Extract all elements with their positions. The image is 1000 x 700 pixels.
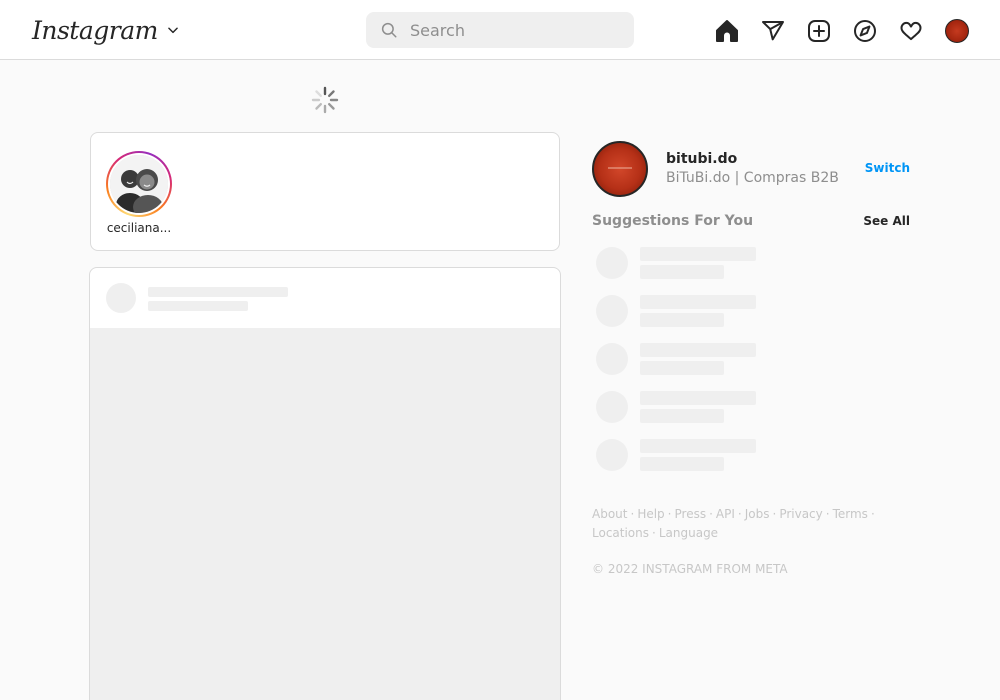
profile-menu-button[interactable] — [944, 18, 970, 44]
suggestion-name-placeholder — [640, 439, 756, 453]
direct-messages-button[interactable] — [760, 18, 786, 44]
footer-link-help[interactable]: Help — [637, 507, 664, 521]
suggestion-subtitle-placeholder — [640, 409, 724, 423]
post-location-placeholder — [148, 301, 248, 311]
story-photo-image — [110, 155, 168, 213]
suggestion-placeholder — [596, 439, 916, 487]
current-user-full-name: BiTuBi.do | Compras B2B — [666, 170, 839, 186]
direct-messages-icon — [762, 21, 784, 41]
suggestion-name-placeholder — [640, 247, 756, 261]
see-all-link[interactable]: See All — [850, 214, 910, 228]
suggestion-avatar-placeholder — [596, 343, 628, 375]
story-item[interactable]: ceciliana... — [103, 151, 175, 235]
suggestion-avatar-placeholder — [596, 391, 628, 423]
story-username: ceciliana... — [106, 221, 172, 235]
footer-link-language[interactable]: Language — [659, 526, 718, 540]
search-box[interactable] — [366, 12, 634, 48]
switch-account-button[interactable]: Switch — [858, 161, 910, 175]
suggestions-list — [596, 247, 916, 487]
story-ring — [106, 151, 172, 217]
post-username-placeholder — [148, 287, 288, 297]
explore-button[interactable] — [852, 18, 878, 44]
copyright-text: © 2022 INSTAGRAM FROM META — [592, 562, 788, 576]
chevron-down-icon[interactable] — [166, 23, 180, 37]
stories-tray: ceciliana... — [90, 132, 560, 251]
feed-post-placeholder — [89, 267, 561, 700]
suggestion-placeholder — [596, 343, 916, 391]
suggestion-subtitle-placeholder — [640, 457, 724, 471]
suggestion-placeholder — [596, 391, 916, 439]
post-header-placeholder — [90, 268, 560, 328]
search-input[interactable] — [410, 20, 610, 40]
home-icon — [716, 20, 738, 42]
profile-avatar — [945, 19, 969, 43]
suggestion-avatar-placeholder — [596, 247, 628, 279]
footer-link-about[interactable]: About — [592, 507, 627, 521]
suggestions-title: Suggestions For You — [592, 213, 754, 229]
search-icon — [381, 22, 397, 38]
activity-button[interactable] — [898, 18, 924, 44]
current-user-avatar[interactable] — [592, 141, 648, 197]
footer-link-jobs[interactable]: Jobs — [745, 507, 770, 521]
suggestion-name-placeholder — [640, 343, 756, 357]
new-post-button[interactable] — [806, 18, 832, 44]
post-media-placeholder — [90, 328, 560, 700]
suggestion-placeholder — [596, 295, 916, 343]
suggestion-subtitle-placeholder — [640, 313, 724, 327]
footer-link-locations[interactable]: Locations — [592, 526, 649, 540]
explore-icon — [854, 20, 876, 42]
nav-icons — [714, 18, 970, 44]
footer-link-privacy[interactable]: Privacy — [779, 507, 822, 521]
suggestion-placeholder — [596, 247, 916, 295]
top-navigation: Instagram — [0, 0, 1000, 60]
suggestion-name-placeholder — [640, 295, 756, 309]
loading-spinner-icon — [311, 86, 339, 114]
footer-link-api[interactable]: API — [716, 507, 735, 521]
footer-link-press[interactable]: Press — [675, 507, 707, 521]
suggestion-avatar-placeholder — [596, 439, 628, 471]
suggestion-name-placeholder — [640, 391, 756, 405]
new-post-icon — [808, 20, 830, 42]
home-button[interactable] — [714, 18, 740, 44]
footer-link-terms[interactable]: Terms — [833, 507, 868, 521]
suggestion-subtitle-placeholder — [640, 265, 724, 279]
suggestion-avatar-placeholder — [596, 295, 628, 327]
logo-text: Instagram — [32, 15, 158, 45]
post-avatar-placeholder — [106, 283, 136, 313]
heart-icon — [900, 21, 922, 41]
instagram-logo[interactable]: Instagram — [32, 12, 180, 48]
current-user-username[interactable]: bitubi.do — [666, 151, 737, 167]
footer-links: About · Help · Press · API · Jobs · Privacy · Terms ·… — [592, 507, 875, 540]
suggestion-subtitle-placeholder — [640, 361, 724, 375]
story-avatar — [110, 155, 168, 213]
